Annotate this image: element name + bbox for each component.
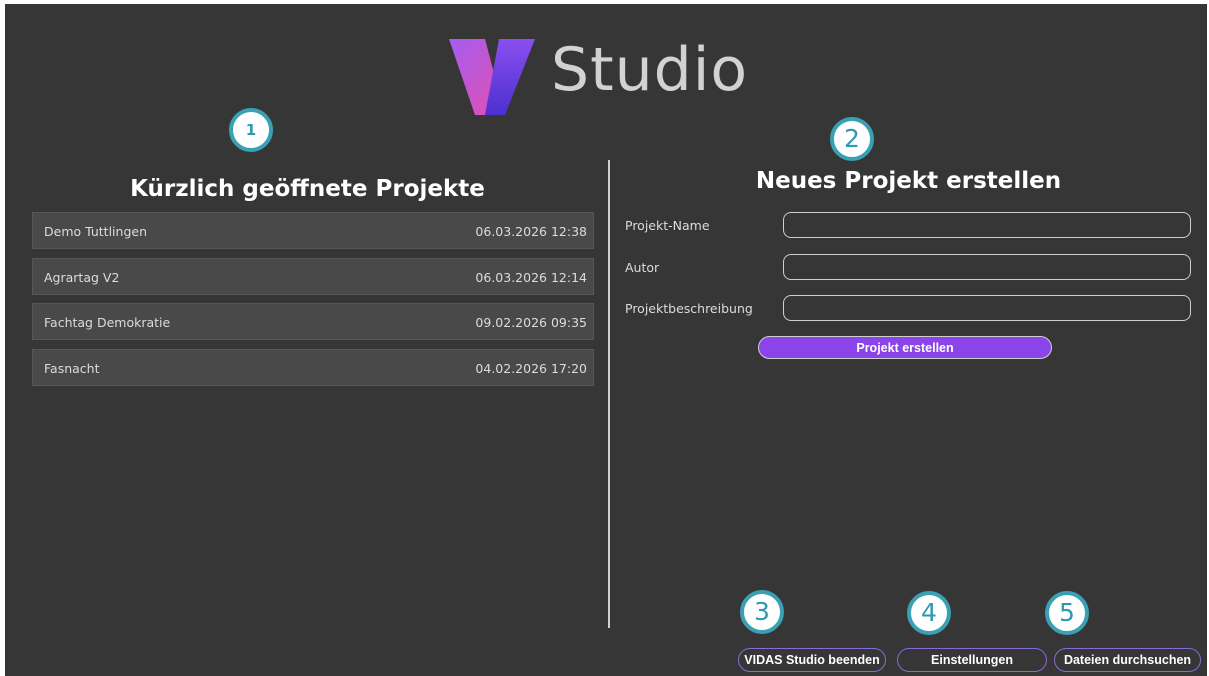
recent-project-date: 04.02.2026 17:20 — [475, 360, 587, 376]
callout-badge-4: 4 — [907, 591, 951, 635]
browse-files-button[interactable]: Dateien durchsuchen — [1054, 648, 1201, 672]
recent-project-item[interactable]: Fachtag Demokratie 09.02.2026 09:35 — [32, 303, 594, 340]
start-window: Studio Kürzlich geöffnete Projekte Demo … — [5, 4, 1207, 676]
panel-divider — [608, 160, 610, 628]
recent-project-name: Fachtag Demokratie — [44, 315, 171, 330]
recent-project-item[interactable]: Fasnacht 04.02.2026 17:20 — [32, 348, 594, 386]
description-label: Projektbeschreibung — [625, 301, 753, 316]
recent-project-date: 06.03.2026 12:38 — [475, 224, 587, 239]
new-project-title: Neues Projekt erstellen — [755, 168, 1062, 194]
quit-studio-button[interactable]: VIDAS Studio beenden — [738, 648, 886, 672]
callout-badge-3: 3 — [740, 590, 784, 634]
settings-button[interactable]: Einstellungen — [897, 648, 1047, 672]
recent-project-date: 06.03.2026 12:14 — [475, 269, 587, 285]
create-project-button[interactable]: Projekt erstellen — [758, 336, 1052, 359]
project-name-label: Projekt-Name — [625, 218, 710, 233]
v-logo-icon — [449, 39, 535, 115]
recent-project-item[interactable]: Demo Tuttlingen 06.03.2026 12:38 — [32, 212, 594, 249]
recent-projects-list: Demo Tuttlingen 06.03.2026 12:38 Agrarta… — [32, 212, 594, 394]
recent-project-item[interactable]: Agrartag V2 06.03.2026 12:14 — [32, 257, 594, 295]
recent-project-name: Fasnacht — [44, 360, 100, 376]
description-input[interactable] — [783, 295, 1191, 321]
app-logo: Studio — [445, 35, 805, 117]
logo-wordmark: Studio — [551, 35, 749, 105]
recent-projects-title: Kürzlich geöffnete Projekte — [130, 176, 485, 202]
callout-badge-1: 1 — [229, 108, 273, 152]
author-input[interactable] — [783, 254, 1191, 280]
author-label: Autor — [625, 260, 660, 275]
project-name-input[interactable] — [783, 212, 1191, 238]
recent-project-name: Demo Tuttlingen — [44, 224, 147, 239]
callout-badge-5: 5 — [1045, 591, 1089, 635]
callout-badge-2: 2 — [830, 117, 874, 161]
recent-project-name: Agrartag V2 — [44, 269, 120, 285]
recent-project-date: 09.02.2026 09:35 — [475, 315, 587, 330]
